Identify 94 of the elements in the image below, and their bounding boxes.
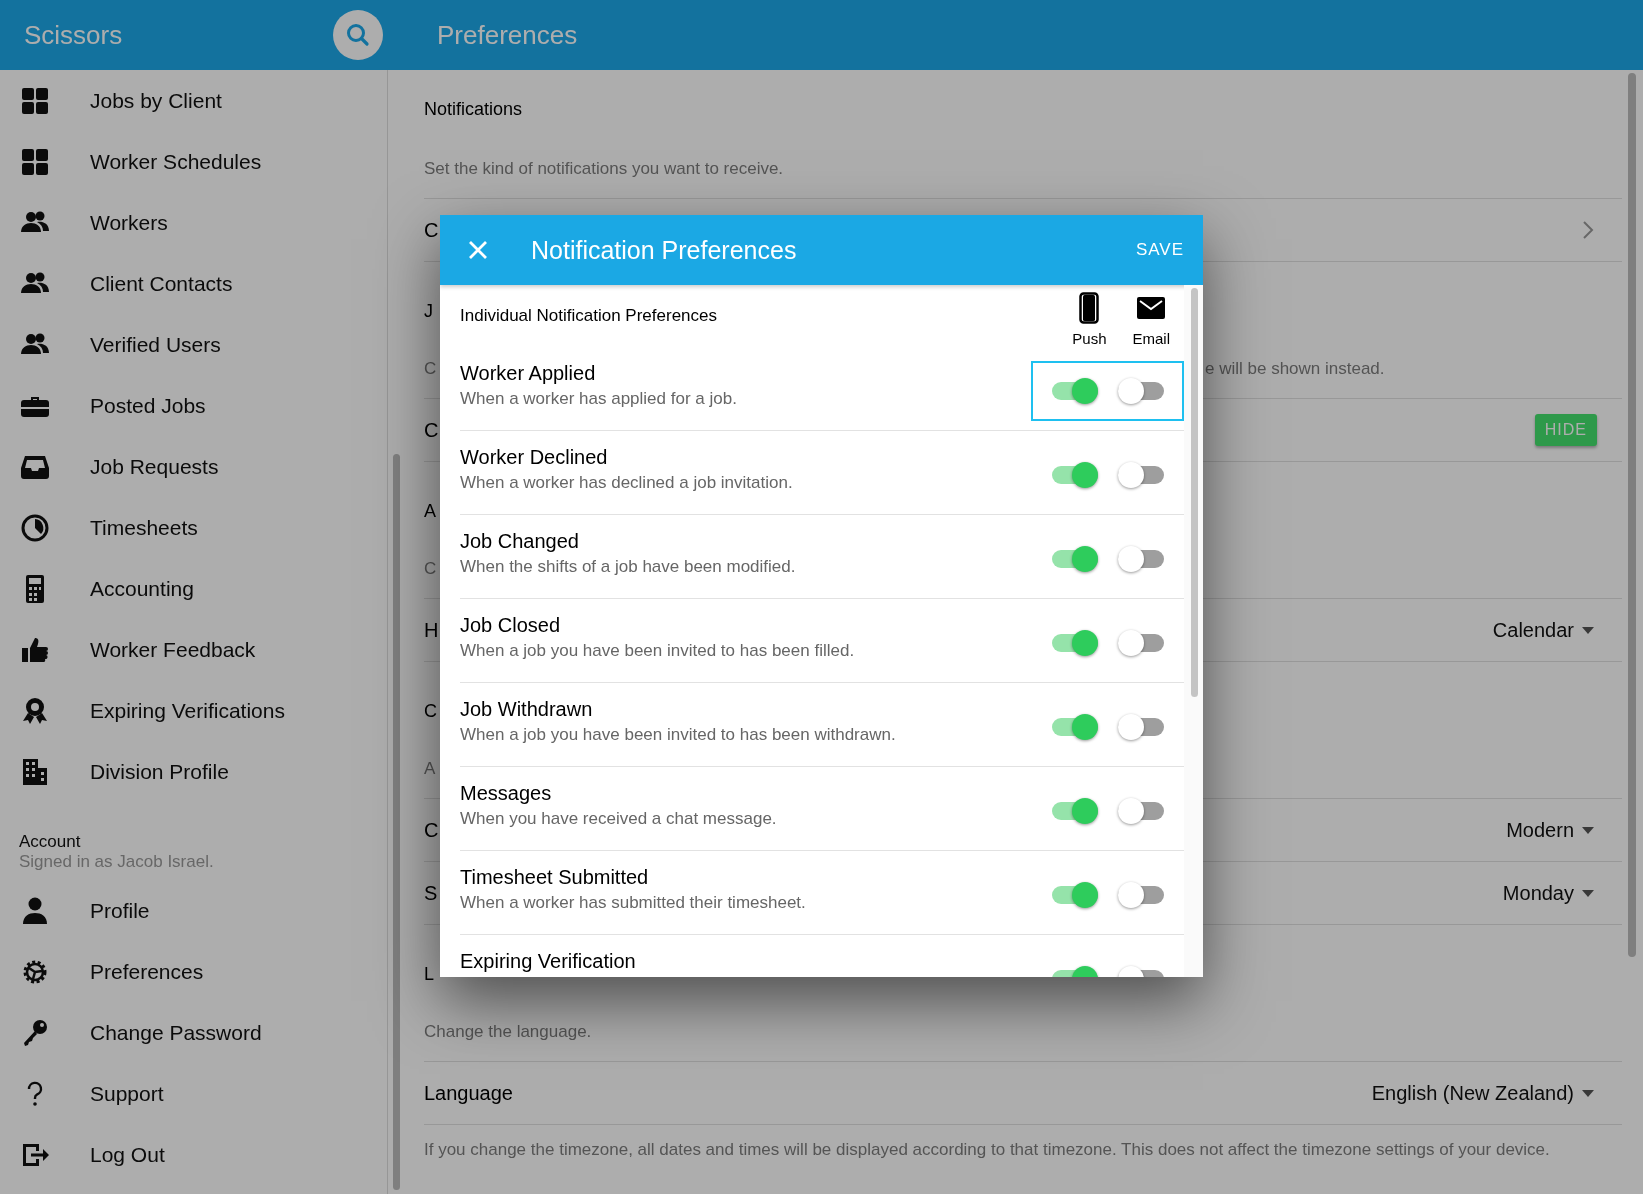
grid-icon <box>20 146 50 177</box>
app-title: Scissors <box>24 19 123 51</box>
toggle-switch[interactable] <box>1118 797 1164 824</box>
notification-title: Worker Declined <box>460 446 609 469</box>
account-heading: Account <box>19 832 82 852</box>
section-description: Set the kind of notifications you want to receive. <box>424 159 784 179</box>
page-title: Preferences <box>437 19 578 51</box>
toggle-switch[interactable] <box>1118 377 1164 404</box>
toggle-switch[interactable] <box>1118 881 1164 908</box>
scrollbar[interactable] <box>1628 73 1636 957</box>
section-description: C <box>424 359 437 379</box>
sidebar-item[interactable]: Support <box>0 1063 387 1124</box>
close-icon <box>468 240 488 260</box>
search-icon <box>345 22 371 48</box>
scrollbar[interactable] <box>1191 288 1198 697</box>
caret-icon <box>1582 826 1594 834</box>
signed-in-text: Signed in as Jacob Israel. <box>19 852 215 872</box>
channel-label: Push <box>1072 329 1107 347</box>
sidebar-item[interactable]: Workers <box>0 192 387 253</box>
dialog-title: Notification Preferences <box>531 235 798 265</box>
sidebar-item[interactable]: Division Profile <box>0 741 387 802</box>
scrollbar[interactable] <box>393 454 400 1190</box>
notification-title: Job Changed <box>460 530 580 553</box>
notification-title: Expiring Verification <box>460 950 636 973</box>
setting-label: Language <box>424 1081 513 1105</box>
toggle-switch[interactable] <box>1052 797 1098 824</box>
sidebar-item[interactable]: Expiring Verifications <box>0 680 387 741</box>
setting-label: C <box>424 818 439 842</box>
sidebar-item[interactable]: Preferences <box>0 941 387 1002</box>
toggle-switch[interactable] <box>1052 545 1098 572</box>
sidebar-item[interactable]: Verified Users <box>0 314 387 375</box>
section-description: C <box>424 559 437 579</box>
notification-description: When a job you have been invited to has been filled. <box>460 641 855 661</box>
section-heading: C <box>424 701 437 722</box>
notification-description: When a worker has declined a job invitation. <box>460 473 793 493</box>
toggle-switch[interactable] <box>1052 881 1098 908</box>
channel-label: Email <box>1132 329 1170 347</box>
person-icon <box>20 895 50 926</box>
sidebar-item[interactable]: Worker Schedules <box>0 131 387 192</box>
section-description: e will be shown instead. <box>1205 359 1385 379</box>
notification-title: Job Closed <box>460 614 562 637</box>
toggle-switch[interactable] <box>1118 545 1164 572</box>
dropdown[interactable]: Monday <box>1502 881 1594 905</box>
toggle-switch[interactable] <box>1118 629 1164 656</box>
setting-label: H <box>424 618 439 642</box>
setting-label: C <box>424 418 439 442</box>
search-button[interactable] <box>333 10 383 60</box>
notification-description: When a job you have been invited to has been withdrawn. <box>460 725 896 745</box>
sidebar-item[interactable]: Profile <box>0 880 387 941</box>
stopwatch-icon <box>20 512 50 543</box>
grid-icon <box>20 85 50 116</box>
phone-icon <box>1079 291 1100 324</box>
notification-title: Messages <box>460 782 553 805</box>
award-icon <box>20 695 50 726</box>
dropdown[interactable]: Calendar <box>1492 618 1594 642</box>
notification-title: Job Withdrawn <box>460 698 594 721</box>
toggle-switch[interactable] <box>1052 461 1098 488</box>
setting-label: S <box>424 881 438 905</box>
dropdown[interactable]: Modern <box>1506 818 1594 842</box>
sidebar-item[interactable]: Change Password <box>0 1002 387 1063</box>
notification-description: When a worker has submitted their timesheet. <box>460 893 806 913</box>
notification-description: When a worker has applied for a job. <box>460 389 737 409</box>
section-heading: A <box>424 501 436 522</box>
section-description: A <box>424 759 436 779</box>
notification-description: When you have received a chat message. <box>460 809 777 829</box>
sidebar-item[interactable]: Client Contacts <box>0 253 387 314</box>
sidebar-item[interactable]: Timesheets <box>0 497 387 558</box>
dropdown[interactable]: English (New Zealand) <box>1371 1081 1594 1105</box>
sidebar-item[interactable]: Job Requests <box>0 436 387 497</box>
sidebar-item[interactable]: Jobs by Client <box>0 70 387 131</box>
sidebar-item[interactable]: Log Out <box>0 1124 387 1185</box>
sidebar-item[interactable]: Posted Jobs <box>0 375 387 436</box>
toggle-switch[interactable] <box>1052 629 1098 656</box>
caret-icon <box>1582 889 1594 897</box>
sidebar-item[interactable]: Accounting <box>0 558 387 619</box>
sidebar-item[interactable]: Worker Feedback <box>0 619 387 680</box>
toggle-switch[interactable] <box>1052 713 1098 740</box>
toggle-switch[interactable] <box>1118 461 1164 488</box>
section-heading: L <box>424 964 434 985</box>
section-heading: Notifications <box>424 99 523 120</box>
notification-title: Worker Applied <box>460 362 597 385</box>
section-description: If you change the timezone, all dates and times will be displayed according to that timezone. This does not affect the timezone settings of your device. <box>424 1140 1550 1159</box>
notification-description: When the shifts of a job have been modified. <box>460 557 796 577</box>
chevron-icon[interactable] <box>1582 220 1594 240</box>
caret-icon <box>1582 1089 1594 1097</box>
toggle-switch[interactable] <box>1052 377 1098 404</box>
building-icon <box>20 756 50 787</box>
notification-title: Timesheet Submitted <box>460 866 650 889</box>
caret-icon <box>1582 626 1594 634</box>
section-heading: J <box>424 301 433 322</box>
section-description: Change the language. <box>424 1022 592 1042</box>
setting-label: C <box>424 218 439 242</box>
toggle-switch[interactable] <box>1118 713 1164 740</box>
section-title: Individual Notification Preferences <box>460 306 718 326</box>
